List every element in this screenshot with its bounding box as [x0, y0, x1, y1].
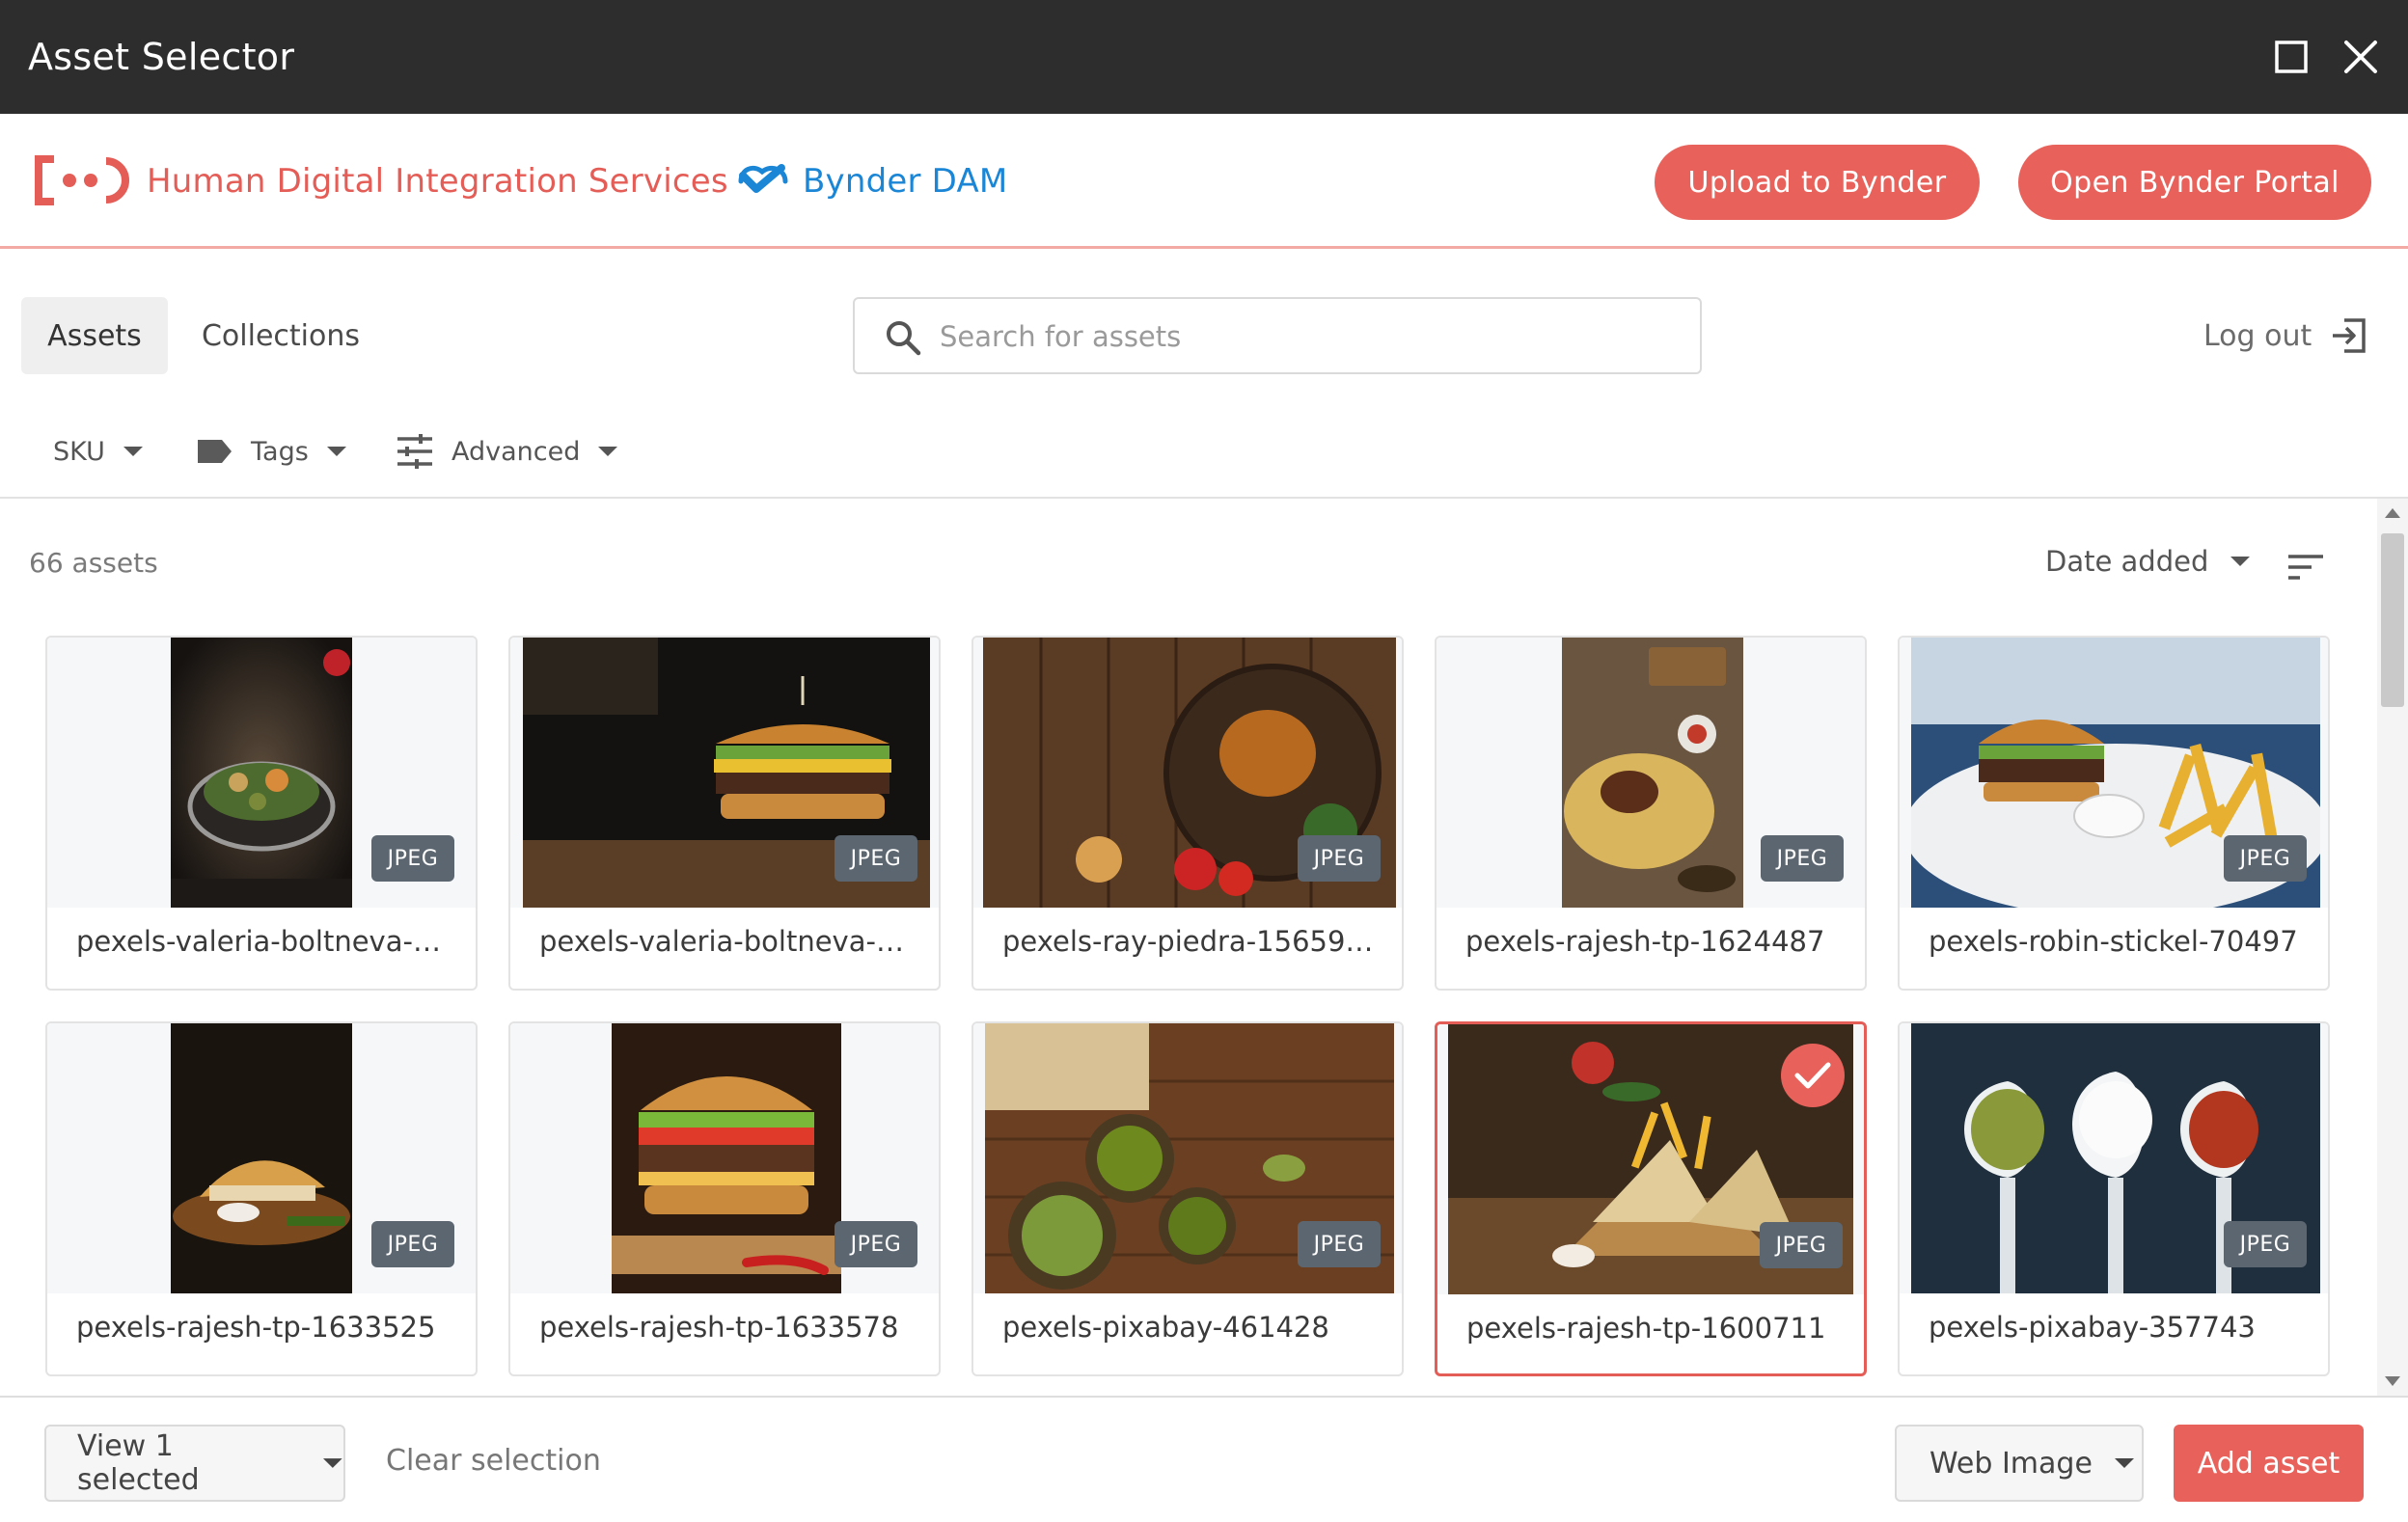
- asset-card[interactable]: JPEG pexels-pixabay-461428: [971, 1021, 1404, 1376]
- asset-name: pexels-pixabay-461428: [1002, 1311, 1329, 1344]
- search-box[interactable]: [853, 297, 1702, 374]
- format-dropdown[interactable]: Web Image: [1895, 1425, 2144, 1502]
- search-icon: [887, 321, 921, 356]
- asset-thumbnail: [1562, 638, 1743, 908]
- file-type-badge: JPEG: [2224, 1221, 2307, 1267]
- chevron-down-icon: [326, 447, 346, 456]
- view-selected-label: View 1 selected: [77, 1429, 200, 1497]
- file-type-badge: JPEG: [371, 835, 454, 882]
- chevron-down-icon: [2230, 557, 2251, 566]
- upload-to-bynder-button[interactable]: Upload to Bynder: [1655, 145, 1980, 220]
- product-name: Bynder DAM: [803, 162, 1008, 201]
- scroll-up-icon[interactable]: [2385, 508, 2400, 518]
- logout-icon: [2333, 318, 2367, 353]
- asset-name: pexels-robin-stickel-70497: [1929, 925, 2298, 958]
- logout-label: Log out: [2203, 318, 2312, 353]
- logout-button[interactable]: Log out: [2203, 307, 2367, 365]
- asset-card[interactable]: JPEG pexels-pixabay-357743: [1898, 1021, 2330, 1376]
- advanced-filter-label: Advanced: [452, 436, 581, 467]
- tags-filter[interactable]: Tags: [195, 424, 347, 478]
- close-icon: [2344, 41, 2377, 73]
- asset-thumbnail: [171, 638, 352, 908]
- sku-filter-label: SKU: [53, 436, 105, 467]
- tab-assets[interactable]: Assets: [21, 297, 168, 374]
- asset-card[interactable]: JPEG pexels-valeria-boltneva-1...: [508, 636, 941, 991]
- window-titlebar: Asset Selector: [0, 0, 2408, 114]
- hdi-logo-icon: [35, 155, 129, 205]
- brand-header: Human Digital Integration Services Bynde…: [0, 114, 2408, 249]
- asset-name: pexels-rajesh-tp-1633525: [76, 1311, 436, 1344]
- file-type-badge: JPEG: [1760, 1222, 1843, 1268]
- asset-name: pexels-valeria-boltneva-8...: [76, 925, 452, 958]
- asset-card[interactable]: JPEG pexels-robin-stickel-70497: [1898, 636, 2330, 991]
- asset-name: pexels-pixabay-357743: [1929, 1311, 2256, 1344]
- tab-collections[interactable]: Collections: [191, 297, 370, 374]
- asset-card[interactable]: JPEG pexels-ray-piedra-1565982: [971, 636, 1404, 991]
- chevron-down-icon: [123, 447, 143, 456]
- file-type-badge: JPEG: [1761, 835, 1844, 882]
- chevron-down-icon: [598, 447, 618, 456]
- advanced-filter[interactable]: Advanced: [396, 424, 618, 478]
- asset-name: pexels-rajesh-tp-1600711: [1466, 1312, 1826, 1345]
- footer-bar: View 1 selected Clear selection Web Imag…: [0, 1396, 2408, 1522]
- file-type-badge: JPEG: [371, 1221, 454, 1267]
- asset-name: pexels-rajesh-tp-1624487: [1465, 925, 1825, 958]
- asset-grid-area: 66 assets Date added JPEG pexels-valeria…: [0, 499, 2377, 1396]
- sort-order-icon[interactable]: [2286, 553, 2325, 582]
- asset-count: 66 assets: [29, 547, 158, 579]
- format-label: Web Image: [1929, 1446, 2093, 1481]
- search-input[interactable]: [940, 311, 1673, 363]
- scroll-down-icon[interactable]: [2385, 1376, 2400, 1386]
- file-type-badge: JPEG: [1298, 1221, 1381, 1267]
- asset-name: pexels-valeria-boltneva-1...: [539, 925, 916, 958]
- company-name: Human Digital Integration Services: [147, 162, 728, 201]
- file-type-badge: JPEG: [2224, 835, 2307, 882]
- sliders-icon: [397, 434, 432, 469]
- asset-card[interactable]: JPEG pexels-rajesh-tp-1633525: [45, 1021, 478, 1376]
- tag-icon: [198, 440, 232, 463]
- open-bynder-portal-button[interactable]: Open Bynder Portal: [2018, 145, 2371, 220]
- asset-name: pexels-rajesh-tp-1633578: [539, 1311, 899, 1344]
- file-type-badge: JPEG: [835, 1221, 917, 1267]
- asset-card-selected[interactable]: JPEG pexels-rajesh-tp-1600711: [1435, 1021, 1867, 1376]
- asset-name: pexels-ray-piedra-1565982: [1002, 925, 1379, 958]
- file-type-badge: JPEG: [1298, 835, 1381, 882]
- maximize-button[interactable]: [2265, 31, 2317, 83]
- scrollbar-thumb[interactable]: [2381, 533, 2404, 707]
- asset-thumbnail: [171, 1023, 352, 1293]
- asset-card[interactable]: JPEG pexels-valeria-boltneva-8...: [45, 636, 478, 991]
- view-selected-button[interactable]: View 1 selected: [44, 1425, 345, 1502]
- add-asset-button[interactable]: Add asset: [2174, 1425, 2364, 1502]
- clear-selection-button[interactable]: Clear selection: [386, 1444, 601, 1478]
- scrollbar[interactable]: [2377, 499, 2408, 1396]
- tags-filter-label: Tags: [251, 436, 309, 467]
- asset-thumbnail: [612, 1023, 841, 1293]
- file-type-badge: JPEG: [835, 835, 917, 882]
- close-button[interactable]: [2335, 31, 2387, 83]
- asset-card[interactable]: JPEG pexels-rajesh-tp-1624487: [1435, 636, 1867, 991]
- selected-check-icon: [1781, 1044, 1845, 1107]
- window-title: Asset Selector: [28, 36, 295, 78]
- bynder-logo-icon: [738, 164, 788, 193]
- asset-card[interactable]: JPEG pexels-rajesh-tp-1633578: [508, 1021, 941, 1376]
- maximize-icon: [2275, 41, 2308, 73]
- sort-dropdown[interactable]: Date added: [2045, 545, 2251, 578]
- chevron-down-icon: [323, 1458, 343, 1468]
- sku-filter[interactable]: SKU: [53, 424, 144, 478]
- sort-label: Date added: [2045, 545, 2209, 578]
- chevron-down-icon: [2114, 1458, 2134, 1468]
